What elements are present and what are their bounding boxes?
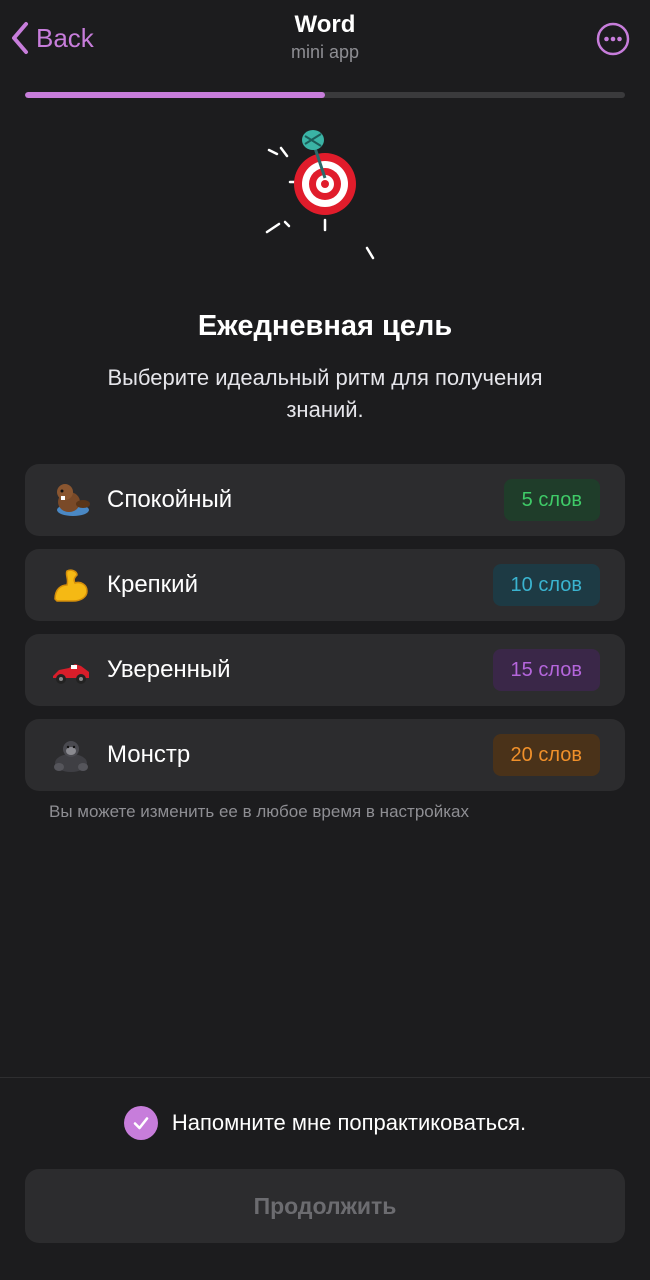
- app-title: Word: [294, 11, 356, 38]
- race-car-icon: [51, 650, 91, 690]
- more-options-button[interactable]: [596, 22, 630, 56]
- header-bar: Back Word mini app: [0, 0, 650, 80]
- title-block: Word mini app: [0, 10, 650, 64]
- more-icon: [596, 22, 630, 56]
- goal-option-badge: 15 слов: [492, 649, 600, 691]
- goal-option-calm[interactable]: Спокойный 5 слов: [25, 464, 625, 536]
- reminder-label: Напомните мне попрактиковаться.: [171, 1110, 527, 1135]
- flexed-biceps-icon: [51, 565, 91, 605]
- reminder-toggle[interactable]: Напомните мне попрактиковаться.: [0, 1106, 650, 1140]
- page-title: Ежедневная цель: [197, 310, 453, 342]
- goal-option-badge: 20 слов: [492, 734, 600, 776]
- progress-fill: [25, 92, 325, 98]
- beaver-icon: [51, 480, 91, 520]
- goal-option-badge: 5 слов: [503, 479, 600, 521]
- goal-option-label: Спокойный: [107, 486, 233, 513]
- goal-option-confident[interactable]: Уверенный 15 слов: [25, 634, 625, 706]
- progress-bar: [25, 92, 625, 98]
- page-subtitle: Выберите идеальный ритм для получения зн…: [107, 365, 543, 422]
- goal-option-strong[interactable]: Крепкий 10 слов: [25, 549, 625, 621]
- hint-text: Вы можете изменить ее в любое время в на…: [49, 802, 469, 821]
- goal-option-label: Монстр: [107, 741, 191, 768]
- goal-option-monster[interactable]: Монстр 20 слов: [25, 719, 625, 791]
- target-icon: [255, 118, 395, 268]
- gorilla-icon: [51, 735, 91, 775]
- goal-option-label: Уверенный: [107, 656, 231, 683]
- goal-options-list: Спокойный 5 слов Крепкий 10 слов Уверенн…: [25, 464, 625, 804]
- continue-button[interactable]: Продолжить: [25, 1169, 625, 1243]
- goal-option-label: Крепкий: [107, 571, 198, 598]
- app-subtitle: mini app: [290, 42, 360, 62]
- goal-option-badge: 10 слов: [492, 564, 600, 606]
- checkbox-checked-icon[interactable]: [123, 1106, 158, 1140]
- divider: [0, 1077, 650, 1078]
